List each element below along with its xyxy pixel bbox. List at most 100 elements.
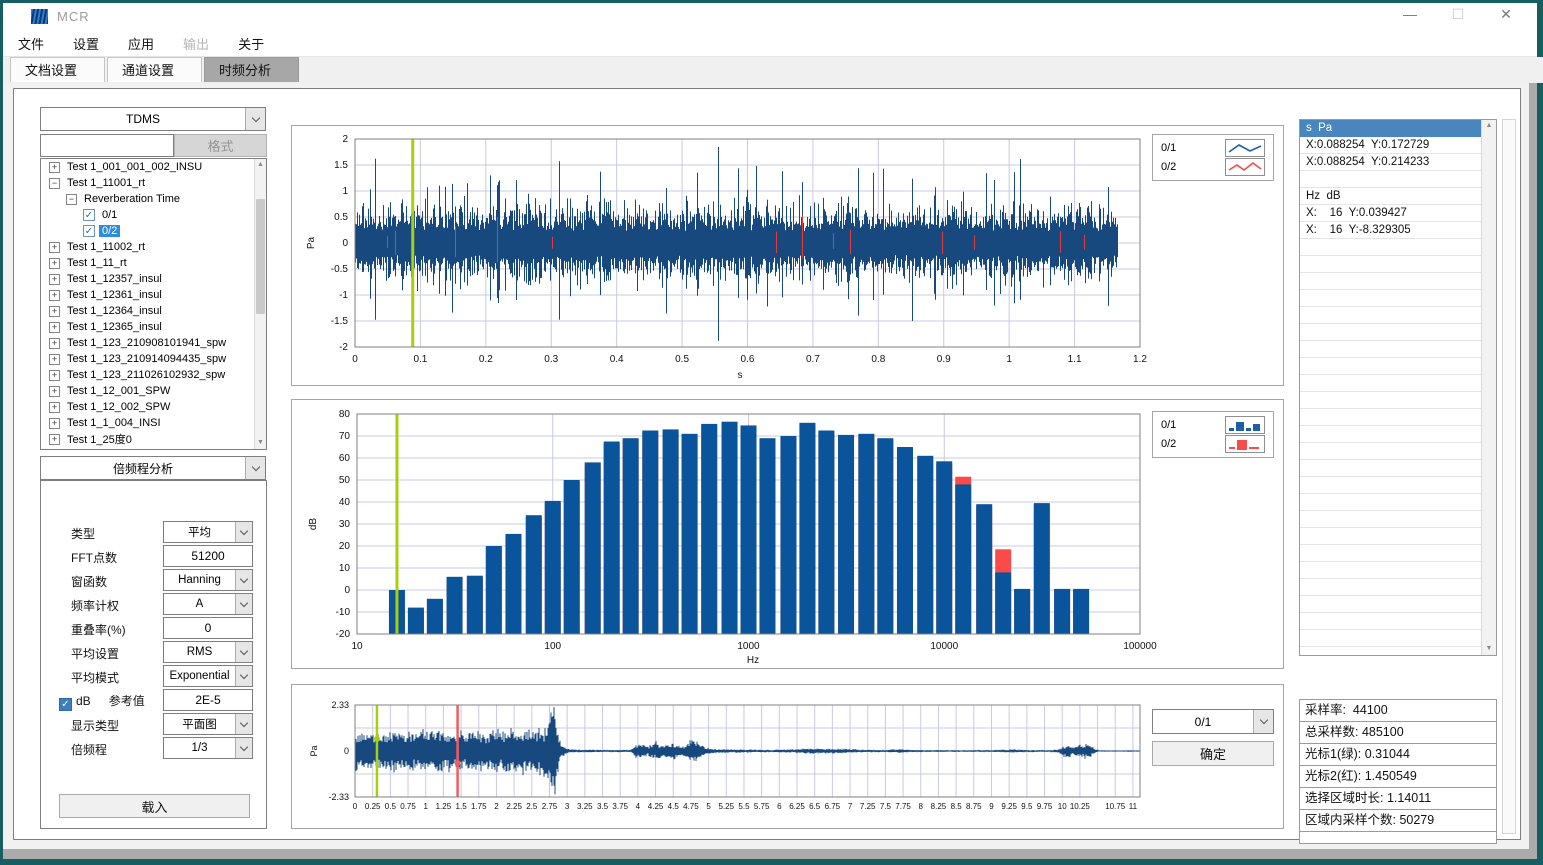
tree-scrollbar[interactable]: ▲▼ (254, 159, 266, 449)
tree-item[interactable]: ✓0/2 (41, 223, 266, 239)
expand-icon[interactable]: + (49, 418, 60, 429)
tree-item[interactable]: +Test 1_12_001_SPW (41, 383, 266, 399)
tree-item[interactable]: +Test 1_11_rt (41, 255, 266, 271)
expand-icon[interactable]: + (49, 354, 60, 365)
maximize-icon[interactable]: ☐ (1447, 6, 1469, 23)
chevron-down-icon[interactable] (245, 457, 265, 479)
field-input[interactable]: 51200 (163, 545, 253, 567)
db-checkbox[interactable]: ✓ (59, 698, 72, 711)
field-dropdown[interactable]: A (163, 593, 253, 615)
tree-item[interactable]: +Test 1_25度0 (41, 431, 266, 447)
expand-icon[interactable]: + (49, 322, 60, 333)
tab-3[interactable]: 时频分析 (204, 57, 299, 82)
scroll-up-icon[interactable]: ▲ (255, 159, 266, 171)
collapse-icon[interactable]: − (66, 194, 77, 205)
expand-icon[interactable]: + (49, 258, 60, 269)
collapse-icon[interactable]: − (49, 178, 60, 189)
channel-checkbox[interactable]: ✓ (83, 225, 95, 237)
tree-item[interactable]: +Test 1_123_210914094435_spw (41, 351, 266, 367)
expand-icon[interactable]: + (49, 162, 60, 173)
readout-row[interactable]: X: 16 Y:-8.329305 (1300, 222, 1496, 239)
expand-icon[interactable]: + (49, 434, 60, 445)
chevron-down-icon[interactable] (235, 666, 252, 686)
channel-checkbox[interactable]: ✓ (83, 209, 95, 221)
tree-item[interactable]: +Test 1_11002_rt (41, 239, 266, 255)
octave-spectrum-chart[interactable]: -20-100102030405060708010100100010000100… (292, 400, 1285, 670)
field-input[interactable]: 0 (163, 617, 253, 639)
tree-item[interactable]: +Test 1_123_210908101941_spw (41, 335, 266, 351)
window-resize-edge-right[interactable] (1529, 3, 1537, 859)
legend-row: 0/2 (1161, 435, 1265, 454)
expand-icon[interactable]: + (49, 370, 60, 381)
readout-row[interactable]: X: 16 Y:0.039427 (1300, 205, 1496, 222)
menu-item-2[interactable]: 设置 (73, 34, 99, 53)
field-dropdown-value: 平均 (164, 524, 235, 540)
file-format-dropdown[interactable]: TDMS (40, 107, 266, 131)
chevron-down-icon[interactable] (235, 522, 252, 542)
scroll-up-icon[interactable]: ▲ (1482, 120, 1496, 132)
expand-icon[interactable]: + (49, 402, 60, 413)
expand-icon[interactable]: + (49, 338, 60, 349)
tree-item[interactable]: −Test 1_11001_rt (41, 175, 266, 191)
chevron-down-icon[interactable] (245, 108, 265, 130)
scroll-down-icon[interactable]: ▼ (1482, 643, 1496, 655)
svg-text:0.9: 0.9 (937, 354, 951, 365)
chevron-down-icon[interactable] (235, 738, 252, 758)
channel-dropdown[interactable]: 0/1 (1152, 709, 1274, 734)
close-icon[interactable]: ✕ (1495, 6, 1517, 23)
tree-item[interactable]: +Test 1_1_004_INSI (41, 415, 266, 431)
format-button[interactable]: 格式 (174, 134, 267, 157)
menu-item-4[interactable]: 输出 (183, 34, 209, 53)
readout-row[interactable]: s Pa (1300, 120, 1496, 137)
chevron-down-icon[interactable] (235, 642, 252, 662)
file-tree[interactable]: +Test 1_001_001_002_INSU−Test 1_11001_rt… (40, 158, 267, 450)
filter-input[interactable] (40, 134, 174, 157)
tree-item[interactable]: +Test 1_12361_insul (41, 287, 266, 303)
analysis-type-dropdown[interactable]: 倍频程分析 (40, 456, 266, 480)
tab-1[interactable]: 文档设置 (10, 57, 105, 82)
field-dropdown[interactable]: Hanning (163, 569, 253, 591)
expand-icon[interactable]: + (49, 242, 60, 253)
field-dropdown[interactable]: 平面图 (163, 713, 253, 735)
expand-icon[interactable]: + (49, 290, 60, 301)
scroll-down-icon[interactable]: ▼ (255, 437, 266, 449)
full-record-chart[interactable]: 00.250.50.7511.251.51.7522.252.52.7533.2… (292, 685, 1285, 830)
tree-item[interactable]: +Test 1_123_211026102932_spw (41, 367, 266, 383)
tree-item[interactable]: +Test 1_12365_insul (41, 319, 266, 335)
expand-icon[interactable]: + (49, 274, 60, 285)
cursor-readout-list[interactable]: s PaX:0.088254 Y:0.172729X:0.088254 Y:0.… (1299, 119, 1497, 656)
readout-row[interactable]: X:0.088254 Y:0.214233 (1300, 154, 1496, 171)
readout-row[interactable]: Hz dB (1300, 188, 1496, 205)
field-dropdown[interactable]: RMS (163, 641, 253, 663)
readout-row[interactable] (1300, 171, 1496, 188)
readout-row[interactable]: X:0.088254 Y:0.172729 (1300, 137, 1496, 154)
chevron-down-icon[interactable] (235, 714, 252, 734)
scroll-thumb[interactable] (256, 199, 265, 314)
menu-item-1[interactable]: 文件 (18, 34, 44, 53)
minimize-icon[interactable]: — (1399, 6, 1421, 23)
load-button[interactable]: 载入 (59, 794, 250, 818)
right-scrollbar[interactable] (1502, 119, 1516, 834)
window-resize-edge-bottom[interactable] (3, 849, 1537, 859)
tree-item[interactable]: +Test 1_12_002_SPW (41, 399, 266, 415)
field-dropdown[interactable]: 1/3 (163, 737, 253, 759)
tree-item[interactable]: +Test 1_12357_insul (41, 271, 266, 287)
time-waveform-chart[interactable]: 00.10.20.30.40.50.60.70.80.911.11.221.51… (292, 126, 1285, 387)
field-dropdown[interactable]: Exponential (163, 665, 253, 687)
tree-item[interactable]: +Test 1_001_001_002_INSU (41, 159, 266, 175)
field-dropdown[interactable]: 平均 (163, 521, 253, 543)
expand-icon[interactable]: + (49, 386, 60, 397)
tree-item[interactable]: +Test 1_12364_insul (41, 303, 266, 319)
menu-item-5[interactable]: 关于 (238, 34, 264, 53)
tab-2[interactable]: 通道设置 (107, 57, 202, 82)
chevron-down-icon[interactable] (235, 594, 252, 614)
readout-scrollbar[interactable]: ▲▼ (1481, 120, 1496, 655)
expand-icon[interactable]: + (49, 306, 60, 317)
menu-item-3[interactable]: 应用 (128, 34, 154, 53)
confirm-button[interactable]: 确定 (1152, 741, 1274, 766)
tree-item[interactable]: −Reverberation Time (41, 191, 266, 207)
chevron-down-icon[interactable] (1253, 710, 1273, 733)
reference-value-input[interactable]: 2E-5 (163, 689, 253, 711)
chevron-down-icon[interactable] (235, 570, 252, 590)
tree-item[interactable]: ✓0/1 (41, 207, 266, 223)
